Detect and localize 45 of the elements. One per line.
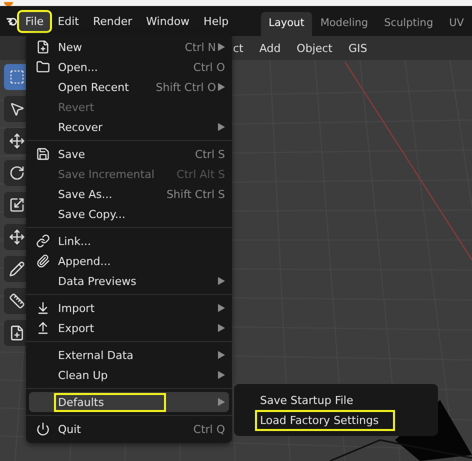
menu-item[interactable]: File bbox=[19, 12, 50, 30]
move-icon bbox=[9, 133, 25, 149]
menu-item[interactable]: Render bbox=[87, 12, 138, 30]
menu-item[interactable]: Window bbox=[140, 12, 196, 30]
select-box-icon bbox=[9, 69, 25, 85]
header-menu-item[interactable]: Object bbox=[296, 42, 332, 54]
rotate-icon bbox=[9, 165, 25, 181]
menu-entry[interactable]: Save Startup File bbox=[257, 392, 356, 408]
menu-entry[interactable]: Open... Ctrl O bbox=[29, 57, 229, 77]
menu-entry[interactable]: Data Previews bbox=[29, 271, 229, 291]
power-icon bbox=[36, 422, 50, 436]
menu-entry[interactable]: Save As... Shift Ctrl S bbox=[29, 184, 229, 204]
new-file-icon bbox=[36, 40, 50, 54]
scale-icon bbox=[9, 197, 25, 213]
header-menu-item[interactable]: Add bbox=[259, 42, 281, 54]
menu-entry[interactable]: Export bbox=[29, 318, 229, 338]
link-icon bbox=[36, 234, 50, 248]
menu-entry[interactable]: Defaults bbox=[29, 392, 229, 412]
workspace-tab[interactable]: UV bbox=[441, 12, 472, 36]
workspace-tab[interactable]: Sculpting bbox=[376, 12, 442, 36]
measure-icon bbox=[9, 293, 25, 309]
menu-entry[interactable]: Open Recent Shift Ctrl O bbox=[29, 77, 229, 97]
menu-entry[interactable]: Append... bbox=[29, 251, 229, 271]
menu-entry[interactable]: Recover bbox=[29, 117, 229, 137]
workspace-tab[interactable]: Layout bbox=[260, 12, 312, 36]
import-arrow-icon bbox=[36, 301, 50, 315]
menu-entry[interactable]: New Ctrl N bbox=[29, 37, 229, 57]
menu-entry[interactable]: Load Factory Settings bbox=[257, 412, 393, 428]
menu-item[interactable]: Edit bbox=[52, 12, 85, 30]
cursor-icon bbox=[9, 101, 25, 117]
workspace-tab[interactable]: Modeling bbox=[312, 12, 376, 36]
menu-entry[interactable]: Save Ctrl S bbox=[29, 144, 229, 164]
menu-entry[interactable]: Import bbox=[29, 298, 229, 318]
header-menu-item[interactable]: GIS bbox=[348, 42, 368, 54]
folder-icon bbox=[36, 60, 50, 74]
paperclip-icon bbox=[36, 254, 50, 268]
menu-entry[interactable]: Clean Up bbox=[29, 365, 229, 385]
header-menu-item[interactable]: ct bbox=[233, 42, 244, 54]
menu-entry[interactable]: Quit Ctrl Q bbox=[29, 419, 229, 439]
menu-item[interactable]: Help bbox=[198, 12, 235, 30]
menu-entry[interactable]: Save Copy... bbox=[29, 204, 229, 224]
menu-entry[interactable]: External Data bbox=[29, 345, 229, 365]
transform-icon bbox=[9, 229, 25, 245]
menu-entry[interactable]: Link... bbox=[29, 231, 229, 251]
app-icon bbox=[4, 2, 13, 6]
